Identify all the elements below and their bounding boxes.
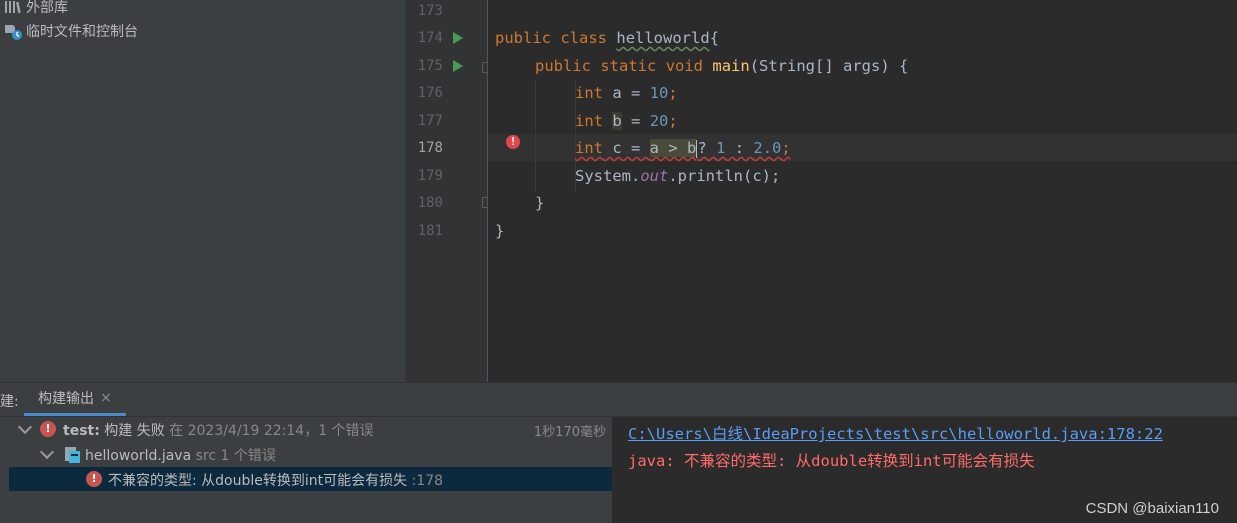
code-text: }	[535, 194, 545, 212]
error-line: :178	[407, 473, 444, 489]
code-line-176: int a = 10;	[575, 80, 678, 107]
panel-title: 建:	[0, 394, 19, 410]
code-text: System.	[575, 167, 641, 185]
tree-row-error[interactable]: ! 不兼容的类型: 从double转换到int可能会有损失 :178	[9, 467, 612, 491]
editor-gutter: 173 174 175 176 177 178 179 180 181	[405, 0, 491, 382]
line-number: 177	[417, 113, 443, 129]
keyword: class	[560, 29, 608, 47]
method-name: main	[712, 57, 750, 75]
project-item-label: 外部库	[26, 0, 68, 16]
project-item-scratches[interactable]: 临时文件和控制台	[4, 21, 138, 41]
static-field: out	[640, 167, 669, 185]
code-text: ;	[668, 84, 678, 102]
console-error-text: java: 不兼容的类型: 从double转换到int可能会有损失	[628, 452, 1035, 470]
code-text: ?	[697, 139, 717, 157]
project-item-label: 临时文件和控制台	[26, 24, 138, 40]
line-number: 174	[417, 30, 443, 46]
tree-row-build-root[interactable]: ! test: 构建 失败 在 2023/4/19 22:14，1 个错误 1秒…	[9, 417, 612, 441]
tab-build-output[interactable]: 构建输出 ×	[24, 383, 126, 416]
indent-guide	[535, 80, 536, 192]
line-number: 179	[417, 168, 443, 184]
line-number: 181	[417, 223, 443, 239]
build-target-name: test:	[63, 423, 100, 439]
line-number: 173	[417, 3, 443, 19]
code-text: :	[725, 139, 754, 157]
keyword: int	[575, 84, 603, 102]
error-icon: !	[86, 471, 102, 487]
keyword: public	[495, 29, 551, 47]
code-line-180: }	[535, 190, 544, 217]
code-text: ;	[781, 139, 791, 157]
code-text: =	[621, 112, 650, 130]
library-icon	[4, 0, 24, 15]
variable: b	[612, 112, 622, 130]
code-line-175: public static void main(String[] args) {	[535, 53, 908, 80]
watermark: CSDN @baixian110	[1085, 500, 1219, 517]
line-number: 180	[417, 195, 443, 211]
file-name: helloworld.java	[85, 448, 192, 464]
code-text: (String[] args) {	[749, 57, 909, 75]
line-number-current: 178	[417, 140, 443, 156]
code-text: }	[495, 222, 505, 240]
project-item-external-libraries[interactable]: 外部库	[4, 0, 68, 17]
code-text: {	[709, 29, 720, 47]
number-literal: 2.0	[753, 139, 782, 157]
run-class-icon[interactable]	[453, 32, 463, 44]
run-main-icon[interactable]	[453, 60, 463, 72]
build-tree: ! test: 构建 失败 在 2023/4/19 22:14，1 个错误 1秒…	[0, 417, 612, 523]
code-editor[interactable]: ! public class helloworld{ public static…	[488, 0, 1237, 382]
code-line-179: System.out.println(c);	[575, 163, 780, 190]
keyword: public	[535, 57, 591, 75]
keyword: void	[665, 57, 704, 75]
line-number: 175	[417, 58, 443, 74]
code-line-177: int b = 20;	[575, 108, 678, 135]
code-text: c =	[603, 139, 650, 157]
build-meta: 在 2023/4/19 22:14，1 个错误	[164, 423, 374, 439]
code-line-174: public class helloworld{	[495, 25, 719, 52]
chevron-down-icon[interactable]	[39, 444, 55, 460]
error-marker-icon[interactable]: !	[506, 135, 520, 149]
error-location-link[interactable]: C:\Users\白线\IdeaProjects\test\src\hellow…	[628, 422, 1163, 444]
line-number: 176	[417, 85, 443, 101]
code-text: ;	[668, 112, 678, 130]
number-literal: 10	[649, 84, 669, 102]
keyword: int	[575, 112, 603, 130]
chevron-down-icon[interactable]	[17, 419, 33, 435]
close-icon[interactable]: ×	[100, 390, 112, 406]
code-text: a =	[603, 84, 650, 102]
number-literal: 20	[649, 112, 669, 130]
keyword: static	[600, 57, 657, 75]
build-console: C:\Users\白线\IdeaProjects\test\src\hellow…	[613, 417, 1237, 523]
error-message: 不兼容的类型: 从double转换到int可能会有损失	[108, 473, 408, 489]
code-line-178: int c = a > b? 1 : 2.0;	[575, 135, 791, 162]
keyword: int	[575, 139, 603, 157]
highlighted-expression: a > b	[649, 139, 697, 157]
build-status: 构建 失败	[99, 423, 165, 439]
number-literal: 1	[716, 139, 726, 157]
code-text: .println(c);	[668, 167, 781, 185]
file-meta: src 1 个错误	[191, 448, 276, 464]
error-icon: !	[40, 421, 56, 437]
build-duration: 1秒170毫秒	[533, 425, 606, 440]
class-name: helloworld	[616, 29, 710, 47]
build-panel-tabbar: 建: 构建输出 ×	[0, 383, 1237, 417]
java-file-icon	[63, 446, 80, 463]
tree-row-file[interactable]: helloworld.java src 1 个错误	[9, 442, 612, 466]
project-sidebar: 外部库 临时文件和控制台	[0, 0, 405, 382]
code-line-181: }	[495, 218, 504, 245]
tab-label: 构建输出	[38, 391, 94, 407]
scratches-icon	[4, 23, 24, 40]
